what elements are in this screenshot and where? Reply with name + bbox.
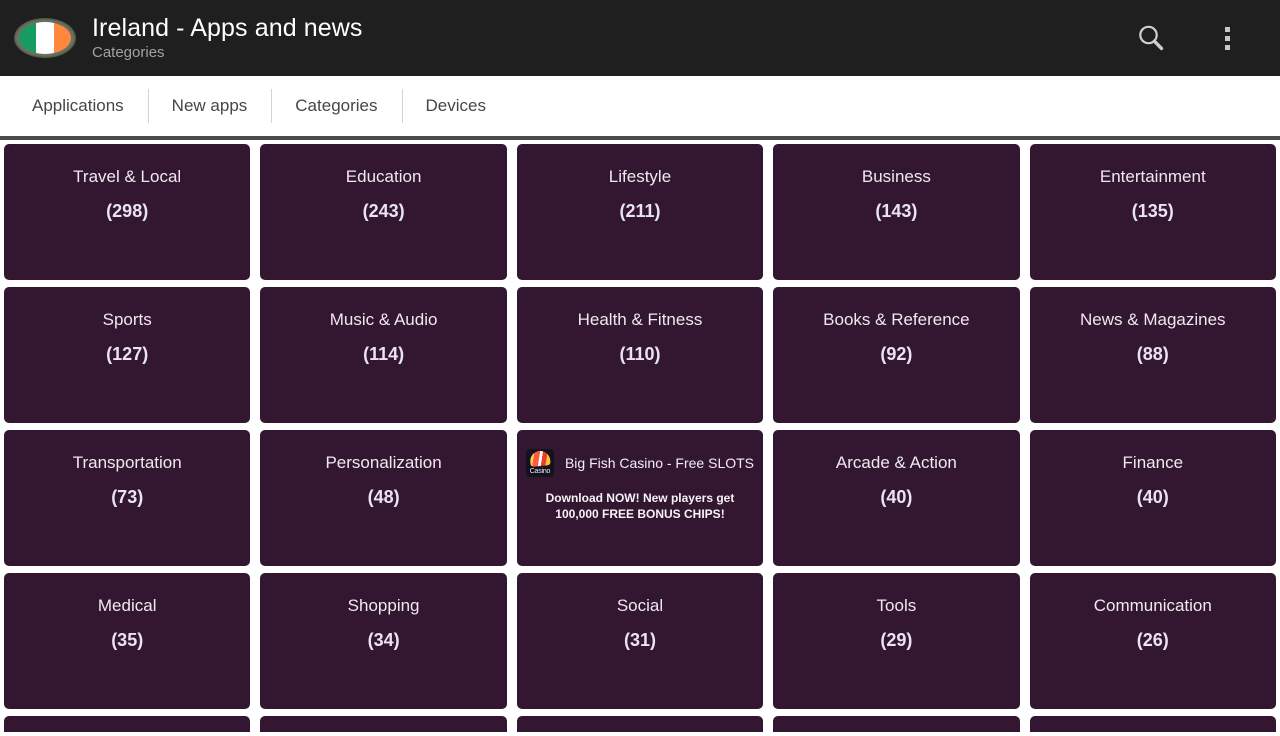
tab-bar: Applications New apps Categories Devices: [0, 76, 1280, 136]
tab-label: Devices: [425, 96, 486, 115]
page-subtitle: Categories: [92, 44, 165, 61]
tab-label: Applications: [32, 96, 124, 115]
ad-header: Casino Big Fish Casino - Free SLOTS: [521, 449, 759, 477]
category-count: (40): [1136, 487, 1169, 507]
category-name: Sports: [102, 310, 152, 329]
category-count: (92): [880, 344, 913, 364]
category-count: (211): [619, 201, 661, 221]
category-card[interactable]: Entertainment (135): [1029, 144, 1276, 280]
category-card[interactable]: Transportation (73): [4, 430, 251, 566]
category-card-partial[interactable]: [4, 716, 251, 732]
category-card[interactable]: Tools (29): [773, 573, 1020, 709]
search-icon: [1139, 25, 1164, 51]
category-name: Travel & Local: [73, 167, 182, 186]
category-card[interactable]: Health & Fitness (110): [516, 287, 764, 423]
ad-title: Big Fish Casino - Free SLOTS: [564, 455, 755, 471]
category-count: (114): [363, 344, 405, 364]
category-card[interactable]: Books & Reference (92): [773, 287, 1020, 423]
category-name: Tools: [876, 596, 917, 615]
category-card[interactable]: Shopping (34): [260, 573, 507, 709]
category-count: (34): [367, 630, 400, 650]
category-name: Arcade & Action: [835, 453, 957, 472]
category-card[interactable]: Lifestyle (211): [516, 144, 764, 280]
app-bar-title-group: Ireland - Apps and news Categories: [14, 13, 363, 63]
category-card-partial[interactable]: [260, 716, 507, 732]
category-card[interactable]: Business (143): [773, 144, 1020, 280]
tab-applications[interactable]: Applications: [8, 85, 148, 127]
category-name: Health & Fitness: [577, 310, 703, 329]
tab-devices[interactable]: Devices: [401, 85, 510, 127]
category-name: Finance: [1122, 453, 1184, 472]
category-card-partial[interactable]: [773, 716, 1020, 732]
category-name: Personalization: [325, 453, 442, 472]
category-card[interactable]: Medical (35): [4, 573, 251, 709]
category-name: Social: [616, 596, 664, 615]
ad-body-text: Download NOW! New players get 100,000 FR…: [545, 491, 735, 521]
category-grid-scroll-area[interactable]: Travel & Local (298) Education (243) Lifesty…: [0, 140, 1280, 732]
overflow-menu-icon: [1224, 26, 1230, 50]
category-card[interactable]: Finance (40): [1029, 430, 1276, 566]
category-card[interactable]: Personalization (48): [260, 430, 507, 566]
category-card[interactable]: Travel & Local (298): [4, 144, 251, 280]
big-fish-casino-icon: Casino: [525, 449, 554, 477]
app-bar-actions: [1128, 15, 1266, 61]
category-card-partial[interactable]: [1029, 716, 1276, 732]
category-name: Entertainment: [1099, 167, 1206, 186]
category-name: Medical: [97, 596, 157, 615]
category-count: (40): [880, 487, 913, 507]
overflow-menu-button[interactable]: [1204, 15, 1250, 61]
category-count: (48): [367, 487, 400, 507]
app-bar: Ireland - Apps and news Categories: [0, 0, 1280, 76]
category-card[interactable]: Sports (127): [4, 287, 251, 423]
tab-label: New apps: [171, 96, 248, 115]
category-name: Transportation: [72, 453, 182, 472]
category-name: Books & Reference: [823, 310, 970, 329]
category-count: (29): [880, 630, 913, 650]
category-name: News & Magazines: [1080, 310, 1226, 329]
category-card[interactable]: Arcade & Action (40): [773, 430, 1020, 566]
ad-card[interactable]: Casino Big Fish Casino - Free SLOTS Downlo…: [516, 430, 764, 566]
category-card[interactable]: Education (243): [260, 144, 507, 280]
category-card[interactable]: Communication (26): [1029, 573, 1276, 709]
category-card[interactable]: Social (31): [516, 573, 764, 709]
category-count: (88): [1136, 344, 1169, 364]
ireland-flag-oval-icon: [14, 18, 76, 58]
ad-icon-label: Casino: [529, 468, 551, 475]
category-name: Business: [861, 167, 931, 186]
search-button[interactable]: [1128, 15, 1174, 61]
titles: Ireland - Apps and news Categories: [92, 13, 363, 63]
category-count: (127): [106, 344, 149, 364]
category-count: (73): [111, 487, 144, 507]
category-card[interactable]: Music & Audio (114): [260, 287, 507, 423]
category-count: (26): [1136, 630, 1169, 650]
category-name: Communication: [1093, 596, 1212, 615]
category-name: Music & Audio: [329, 310, 438, 329]
category-grid: Travel & Local (298) Education (243) Lifesty…: [0, 140, 1280, 732]
category-name: Education: [345, 167, 422, 186]
tab-new-apps[interactable]: New apps: [147, 85, 272, 127]
category-count: (35): [111, 630, 144, 650]
category-card[interactable]: News & Magazines (88): [1029, 287, 1276, 423]
category-count: (31): [623, 630, 656, 650]
category-count: (110): [619, 344, 661, 364]
category-count: (135): [1131, 201, 1174, 221]
tab-label: Categories: [295, 96, 378, 115]
category-name: Lifestyle: [608, 167, 672, 186]
tab-categories[interactable]: Categories: [271, 85, 401, 127]
category-name: Shopping: [347, 596, 420, 615]
category-count: (143): [875, 201, 918, 221]
page-title: Ireland - Apps and news: [92, 14, 363, 42]
category-count: (298): [106, 201, 149, 221]
category-card-partial[interactable]: [516, 716, 764, 732]
category-count: (243): [362, 201, 405, 221]
